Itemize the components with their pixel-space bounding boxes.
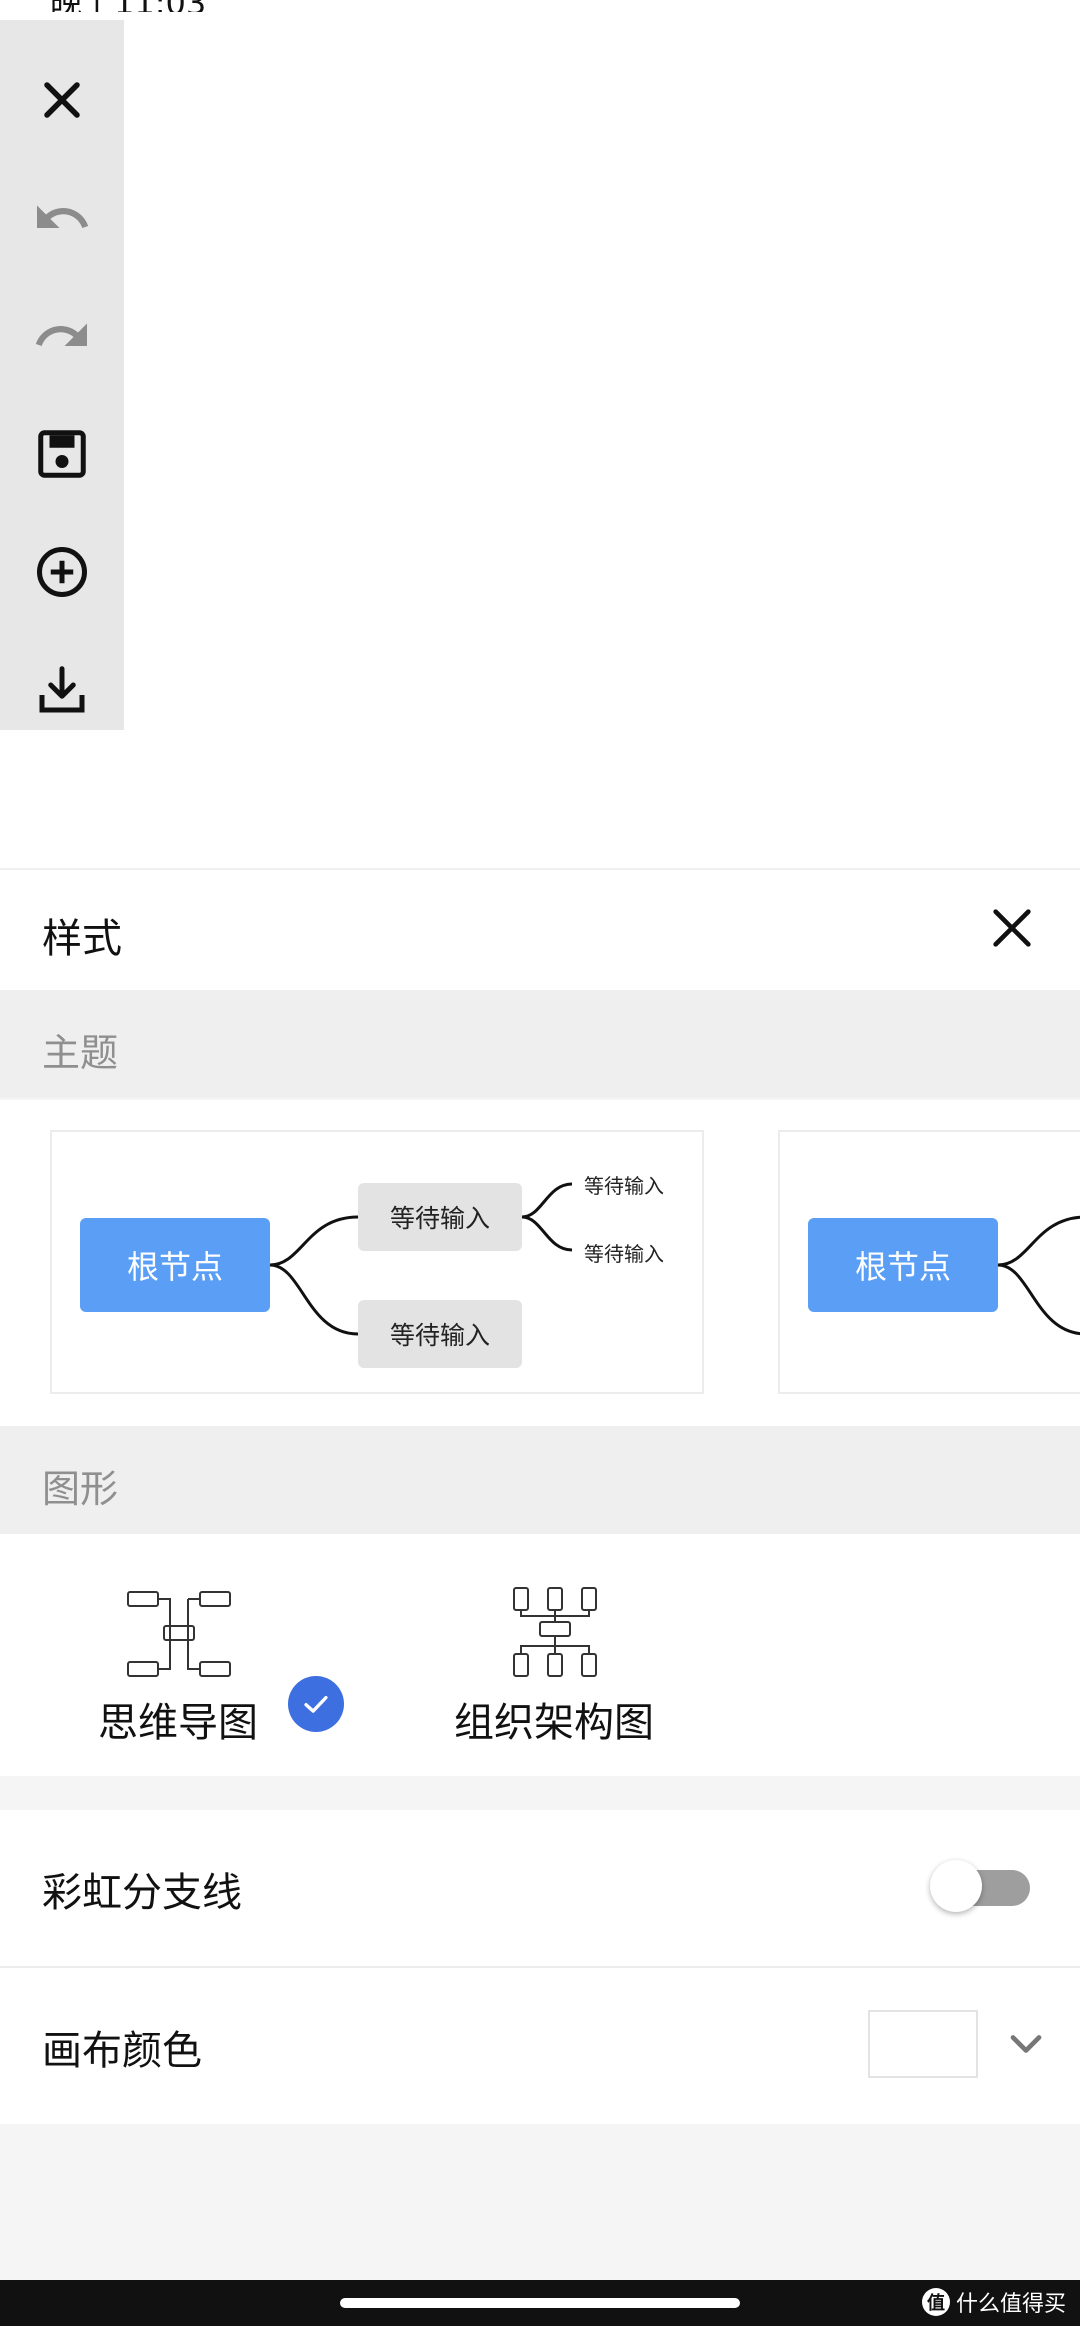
toggle-thumb [930,1860,982,1912]
shape-option-mindmap[interactable]: 思维导图 [90,1534,370,1776]
shape-section-title: 图形 [42,1467,119,1511]
theme-card-default[interactable]: 根节点 等待输入 等待输入 等待输入 等待输入 [50,1130,704,1394]
theme-section-title: 主题 [42,1031,119,1075]
add-node-button[interactable] [0,532,124,612]
shape-section-header: 图形 [0,1426,1080,1534]
leaf-node: 等待输入 [584,1242,664,1266]
status-bar: 晚上11:03 [0,0,1080,12]
canvas-color-swatch[interactable] [868,2010,978,2078]
shape-label: 组织架构图 [454,1700,654,1746]
orgchart-shape-icon [513,1587,597,1677]
canvas-color-label: 画布颜色 [42,2028,202,2074]
status-time: 晚上11:03 [50,0,206,12]
watermark-badge: 值 [921,2288,950,2316]
shape-label: 思维导图 [98,1700,258,1746]
theme-card-alt[interactable]: 根节点 [778,1130,1080,1394]
style-panel: 样式 主题 根节点 等待输入 等待输入 等待输入 等待输入 根节点 图形 思维导… [0,868,1080,2288]
save-button[interactable] [0,414,124,494]
watermark: 值 什么值得买 [921,2286,1066,2318]
close-icon [44,82,80,118]
system-nav-bar: 值 什么值得买 [0,2280,1080,2326]
add-circle-icon [37,547,87,597]
rainbow-lines-row: 彩虹分支线 [0,1810,1080,1966]
canvas-color-row[interactable]: 画布颜色 [0,1968,1080,2124]
child-node: 等待输入 [358,1183,522,1251]
panel-title: 样式 [42,916,122,962]
redo-icon [35,323,87,346]
selected-check-badge [288,1676,344,1732]
theme-section-header: 主题 [0,990,1080,1098]
mindmap-shape-icon [127,1591,231,1677]
home-indicator[interactable] [340,2298,740,2308]
undo-icon [37,205,89,228]
panel-header: 样式 [0,868,1080,992]
chevron-down-icon[interactable] [1000,2018,1052,2070]
close-icon[interactable] [984,900,1040,956]
check-icon [304,1695,328,1713]
child-node: 等待输入 [358,1300,522,1368]
root-node: 根节点 [80,1218,270,1312]
editor-toolbar [0,20,124,730]
shape-options: 思维导图 组织架构图 [0,1534,1080,1776]
leaf-node: 等待输入 [584,1174,664,1198]
download-button[interactable] [0,650,124,730]
watermark-text: 什么值得买 [955,2292,1066,2317]
redo-button[interactable] [0,296,124,376]
download-icon [39,666,85,713]
close-button[interactable] [0,60,124,140]
theme-list[interactable]: 根节点 等待输入 等待输入 等待输入 等待输入 根节点 [0,1100,1080,1426]
save-icon [38,430,86,478]
root-node: 根节点 [808,1218,998,1312]
shape-option-orgchart[interactable]: 组织架构图 [448,1534,688,1776]
undo-button[interactable] [0,178,124,258]
rainbow-lines-toggle[interactable] [930,1860,1030,1912]
rainbow-lines-label: 彩虹分支线 [42,1870,242,1916]
